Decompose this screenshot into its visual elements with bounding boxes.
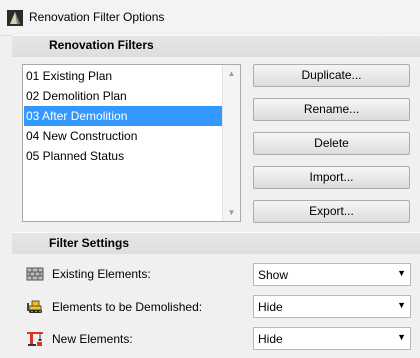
import-button[interactable]: Import... xyxy=(253,166,410,189)
existing-elements-value: Show xyxy=(258,268,289,282)
list-item[interactable]: 05 Planned Status xyxy=(24,146,223,166)
renovation-filters-heading: Renovation Filters xyxy=(49,38,154,52)
rename-button[interactable]: Rename... xyxy=(253,98,410,121)
window-title: Renovation Filter Options xyxy=(29,10,165,24)
existing-elements-select[interactable]: Show ▼ xyxy=(253,263,411,286)
list-item[interactable]: 04 New Construction xyxy=(24,126,223,146)
chevron-down-icon: ▼ xyxy=(397,332,406,342)
app-icon xyxy=(7,10,23,26)
new-elements-label: New Elements: xyxy=(52,332,133,346)
duplicate-button[interactable]: Duplicate... xyxy=(253,64,410,87)
existing-elements-label: Existing Elements: xyxy=(52,267,151,281)
chevron-down-icon: ▼ xyxy=(397,268,406,278)
filter-settings-heading: Filter Settings xyxy=(49,236,130,250)
brick-wall-icon xyxy=(26,267,44,281)
demolished-elements-select[interactable]: Hide ▼ xyxy=(253,295,411,318)
bulldozer-icon xyxy=(27,300,42,313)
title-bar: Renovation Filter Options xyxy=(0,0,420,36)
list-scrollbar[interactable]: ▲ ▼ xyxy=(222,65,240,221)
delete-button[interactable]: Delete xyxy=(253,132,410,155)
scroll-down-icon[interactable]: ▼ xyxy=(223,204,240,221)
new-elements-value: Hide xyxy=(258,332,283,346)
list-item-selected[interactable]: 03 After Demolition xyxy=(24,106,223,126)
demolished-elements-label: Elements to be Demolished: xyxy=(52,300,203,314)
list-item[interactable]: 02 Demolition Plan xyxy=(24,86,223,106)
scroll-up-icon[interactable]: ▲ xyxy=(223,65,240,82)
chevron-down-icon: ▼ xyxy=(397,300,406,310)
demolished-elements-value: Hide xyxy=(258,300,283,314)
export-button[interactable]: Export... xyxy=(253,200,410,223)
renovation-filter-list[interactable]: 01 Existing Plan 02 Demolition Plan 03 A… xyxy=(22,64,241,222)
crane-icon xyxy=(27,332,43,346)
new-elements-select[interactable]: Hide ▼ xyxy=(253,327,411,350)
list-item[interactable]: 01 Existing Plan xyxy=(24,66,223,86)
